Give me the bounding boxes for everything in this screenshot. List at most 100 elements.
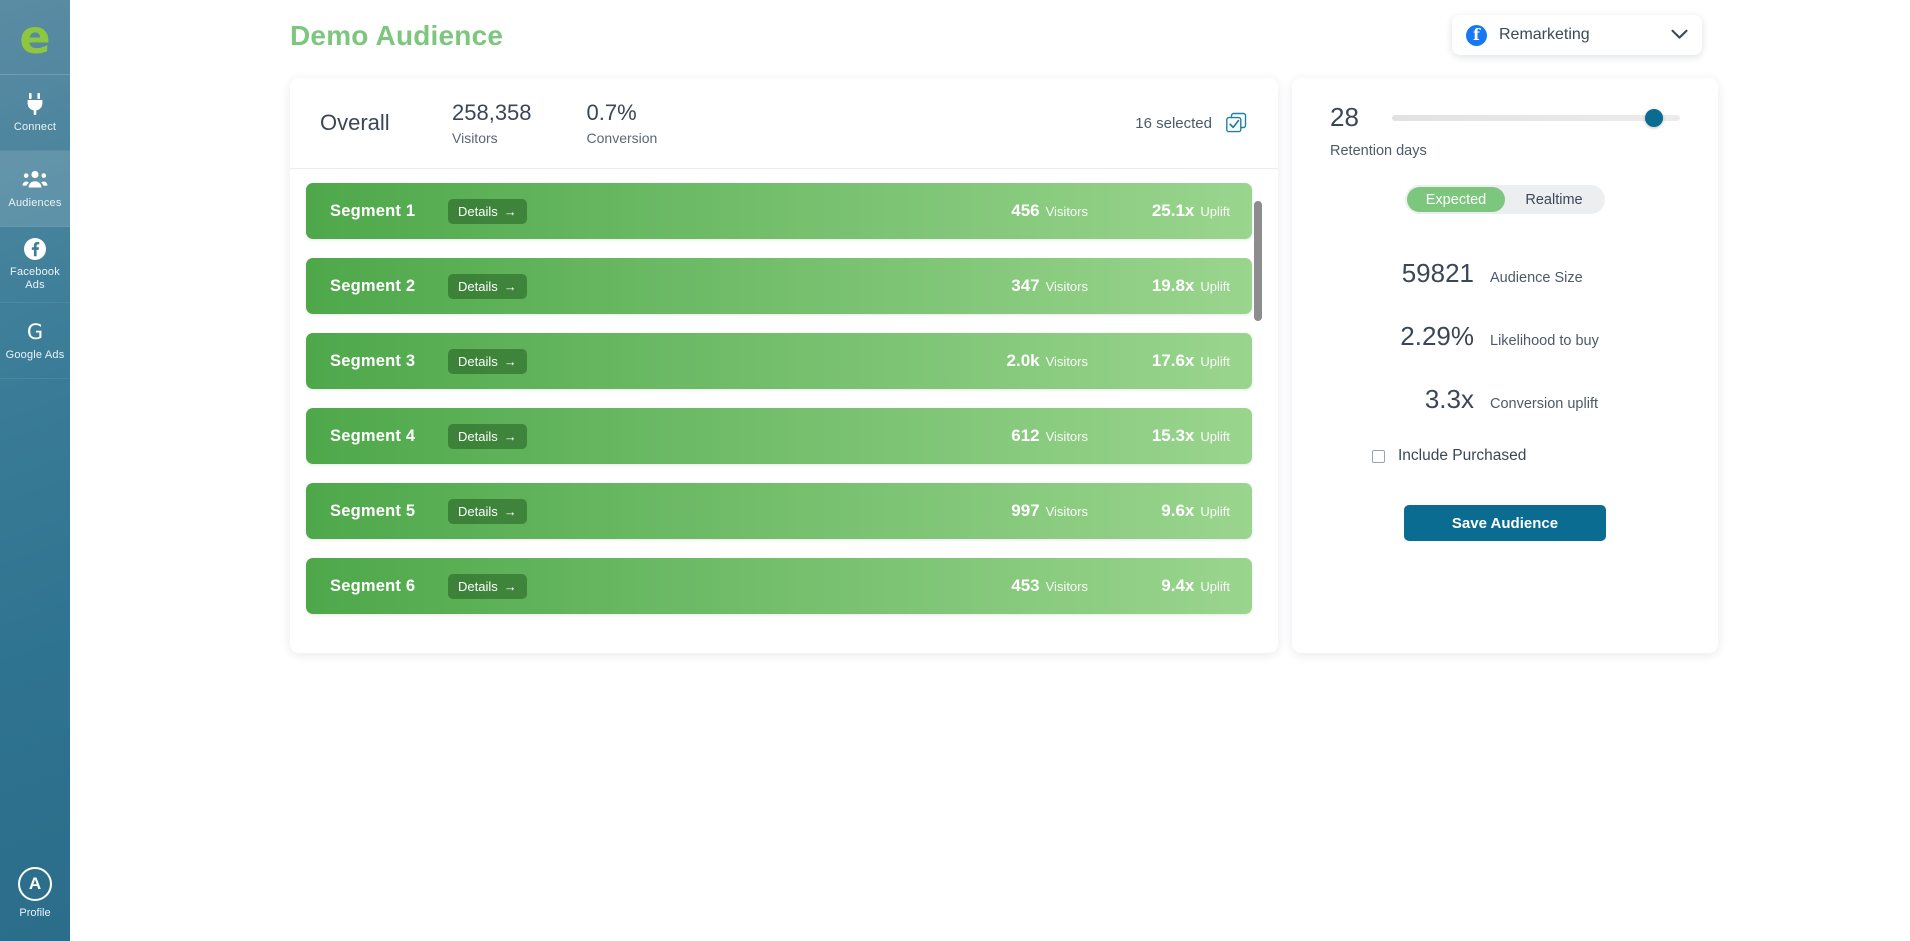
segment-details-label: Details [458, 578, 498, 594]
stat-label: Visitors [452, 129, 498, 146]
sidebar-item-label: Google Ads [5, 348, 65, 361]
segment-visitors-value: 347 [1011, 276, 1040, 295]
segment-details-label: Details [458, 203, 498, 219]
segment-visitors-value: 997 [1011, 501, 1040, 520]
metric-value: 59821 [1401, 258, 1474, 288]
segment-visitors-value: 612 [1011, 426, 1040, 445]
table-row[interactable]: Segment 5 Details → 997 Visitors 9.6x Uplift [306, 483, 1252, 539]
segment-uplift-unit: Uplift [1200, 504, 1230, 519]
selected-count-label: 16 selected [1135, 114, 1212, 132]
segment-visitors: 453 Visitors [970, 576, 1088, 596]
metric-label: Audience Size [1490, 270, 1583, 286]
segment-uplift-value: 17.6x [1151, 351, 1195, 370]
stat-value: 258,358 [452, 100, 532, 126]
stat-value: 0.7% [586, 100, 637, 126]
sidebar-item-google-ads[interactable]: G Google Ads [0, 303, 70, 379]
retention-days-value: 28 [1330, 102, 1359, 132]
segment-details-label: Details [458, 428, 498, 444]
slider-thumb[interactable] [1645, 108, 1664, 127]
sidebar-item-connect[interactable]: Connect [0, 75, 70, 151]
sidebar-item-profile[interactable]: A Profile [0, 867, 70, 941]
segment-visitors-value: 456 [1011, 201, 1040, 220]
segment-visitors-unit: Visitors [1045, 504, 1088, 519]
metric-value: 2.29% [1400, 321, 1474, 351]
save-audience-button[interactable]: Save Audience [1404, 505, 1606, 541]
arrow-right-icon: → [503, 503, 517, 519]
segment-uplift: 9.4x Uplift [1126, 576, 1230, 596]
metric-audience-size: 59821 Audience Size [1330, 258, 1680, 289]
include-purchased-row[interactable]: Include Purchased [1330, 447, 1680, 465]
toggle-option-expected[interactable]: Expected [1407, 187, 1505, 212]
segment-visitors: 2.0k Visitors [970, 351, 1088, 371]
app-logo[interactable]: e [0, 0, 70, 75]
segment-details-button[interactable]: Details → [448, 198, 527, 224]
arrow-right-icon: → [503, 428, 517, 444]
table-row[interactable]: Segment 6 Details → 453 Visitors 9.4x Uplift [306, 558, 1252, 614]
segment-uplift-unit: Uplift [1200, 579, 1230, 594]
segment-details-button[interactable]: Details → [448, 423, 527, 449]
segment-uplift-value: 15.3x [1151, 426, 1195, 445]
segment-details-button[interactable]: Details → [448, 573, 527, 599]
google-icon: G [23, 320, 47, 344]
segment-visitors: 997 Visitors [970, 501, 1088, 521]
avatar: A [18, 867, 52, 901]
segment-visitors-value: 453 [1011, 576, 1040, 595]
segment-name: Segment 5 [330, 501, 416, 520]
segment-details-button[interactable]: Details → [448, 348, 527, 374]
facebook-icon [23, 237, 47, 261]
page-title: Demo Audience [290, 20, 504, 51]
platform-selector[interactable]: f Remarketing [1452, 15, 1702, 55]
metric-conversion-uplift: 3.3x Conversion uplift [1330, 384, 1680, 415]
include-purchased-checkbox[interactable] [1372, 449, 1385, 463]
metric-likelihood-to-buy: 2.29% Likelihood to buy [1330, 321, 1680, 352]
segment-details-button[interactable]: Details → [448, 498, 527, 524]
arrow-right-icon: → [503, 353, 517, 369]
segment-details-label: Details [458, 503, 498, 519]
scrollbar-track[interactable] [1254, 183, 1270, 641]
segments-scroll-area: Segment 1 Details → 456 Visitors 25.1x Uplift S… [290, 169, 1278, 653]
segment-uplift: 9.6x Uplift [1126, 501, 1230, 521]
segment-uplift: 19.8x Uplift [1126, 276, 1230, 296]
retention-slider[interactable] [1392, 107, 1680, 129]
plug-icon [24, 92, 46, 116]
segment-uplift-value: 25.1x [1151, 201, 1195, 220]
sidebar: e Connect Audiences Facebook Ads G Googl… [0, 0, 70, 941]
overall-summary-row: Overall 258,358 Visitors 0.7% Conversion… [290, 78, 1278, 169]
logo-letter-icon: e [19, 10, 51, 64]
panel-metrics: 59821 Audience Size 2.29% Likelihood to … [1330, 258, 1680, 415]
segment-details-button[interactable]: Details → [448, 273, 527, 299]
table-row[interactable]: Segment 3 Details → 2.0k Visitors 17.6x Uplift [306, 333, 1252, 389]
segment-visitors: 347 Visitors [970, 276, 1088, 296]
stat-label: Conversion [586, 129, 658, 146]
segment-uplift-unit: Uplift [1200, 354, 1230, 369]
segment-visitors-value: 2.0k [1006, 351, 1040, 370]
people-icon [22, 168, 48, 192]
app-root: e Connect Audiences Facebook Ads G Googl… [0, 0, 1910, 941]
metric-value: 3.3x [1424, 384, 1474, 414]
segment-uplift-value: 9.4x [1161, 576, 1195, 595]
segment-name: Segment 4 [330, 426, 416, 445]
slider-track [1392, 114, 1680, 121]
segment-visitors-unit: Visitors [1045, 429, 1088, 444]
check-squares-icon[interactable] [1225, 112, 1248, 135]
segment-visitors-unit: Visitors [1045, 579, 1088, 594]
scrollbar-thumb[interactable] [1254, 201, 1262, 321]
segment-name: Segment 3 [330, 351, 416, 370]
segment-uplift: 15.3x Uplift [1126, 426, 1230, 446]
segment-uplift-unit: Uplift [1200, 204, 1230, 219]
table-row[interactable]: Segment 4 Details → 612 Visitors 15.3x Uplift [306, 408, 1252, 464]
retention-row: 28 [1330, 102, 1680, 133]
sidebar-item-facebook-ads[interactable]: Facebook Ads [0, 227, 70, 303]
segment-visitors-unit: Visitors [1045, 279, 1088, 294]
sidebar-item-label: Connect [13, 120, 57, 133]
segment-uplift: 17.6x Uplift [1126, 351, 1230, 371]
toggle-option-realtime[interactable]: Realtime [1505, 187, 1603, 212]
audience-settings-panel: 28 Retention days Expected Realtime 5982… [1292, 78, 1718, 653]
chevron-down-icon [1671, 27, 1688, 44]
sidebar-item-audiences[interactable]: Audiences [0, 151, 70, 227]
segment-visitors: 612 Visitors [970, 426, 1088, 446]
table-row[interactable]: Segment 1 Details → 456 Visitors 25.1x Uplift [306, 183, 1252, 239]
retention-days-label: Retention days [1330, 143, 1427, 159]
stat-visitors: 258,358 Visitors [452, 100, 532, 145]
table-row[interactable]: Segment 2 Details → 347 Visitors 19.8x Uplift [306, 258, 1252, 314]
